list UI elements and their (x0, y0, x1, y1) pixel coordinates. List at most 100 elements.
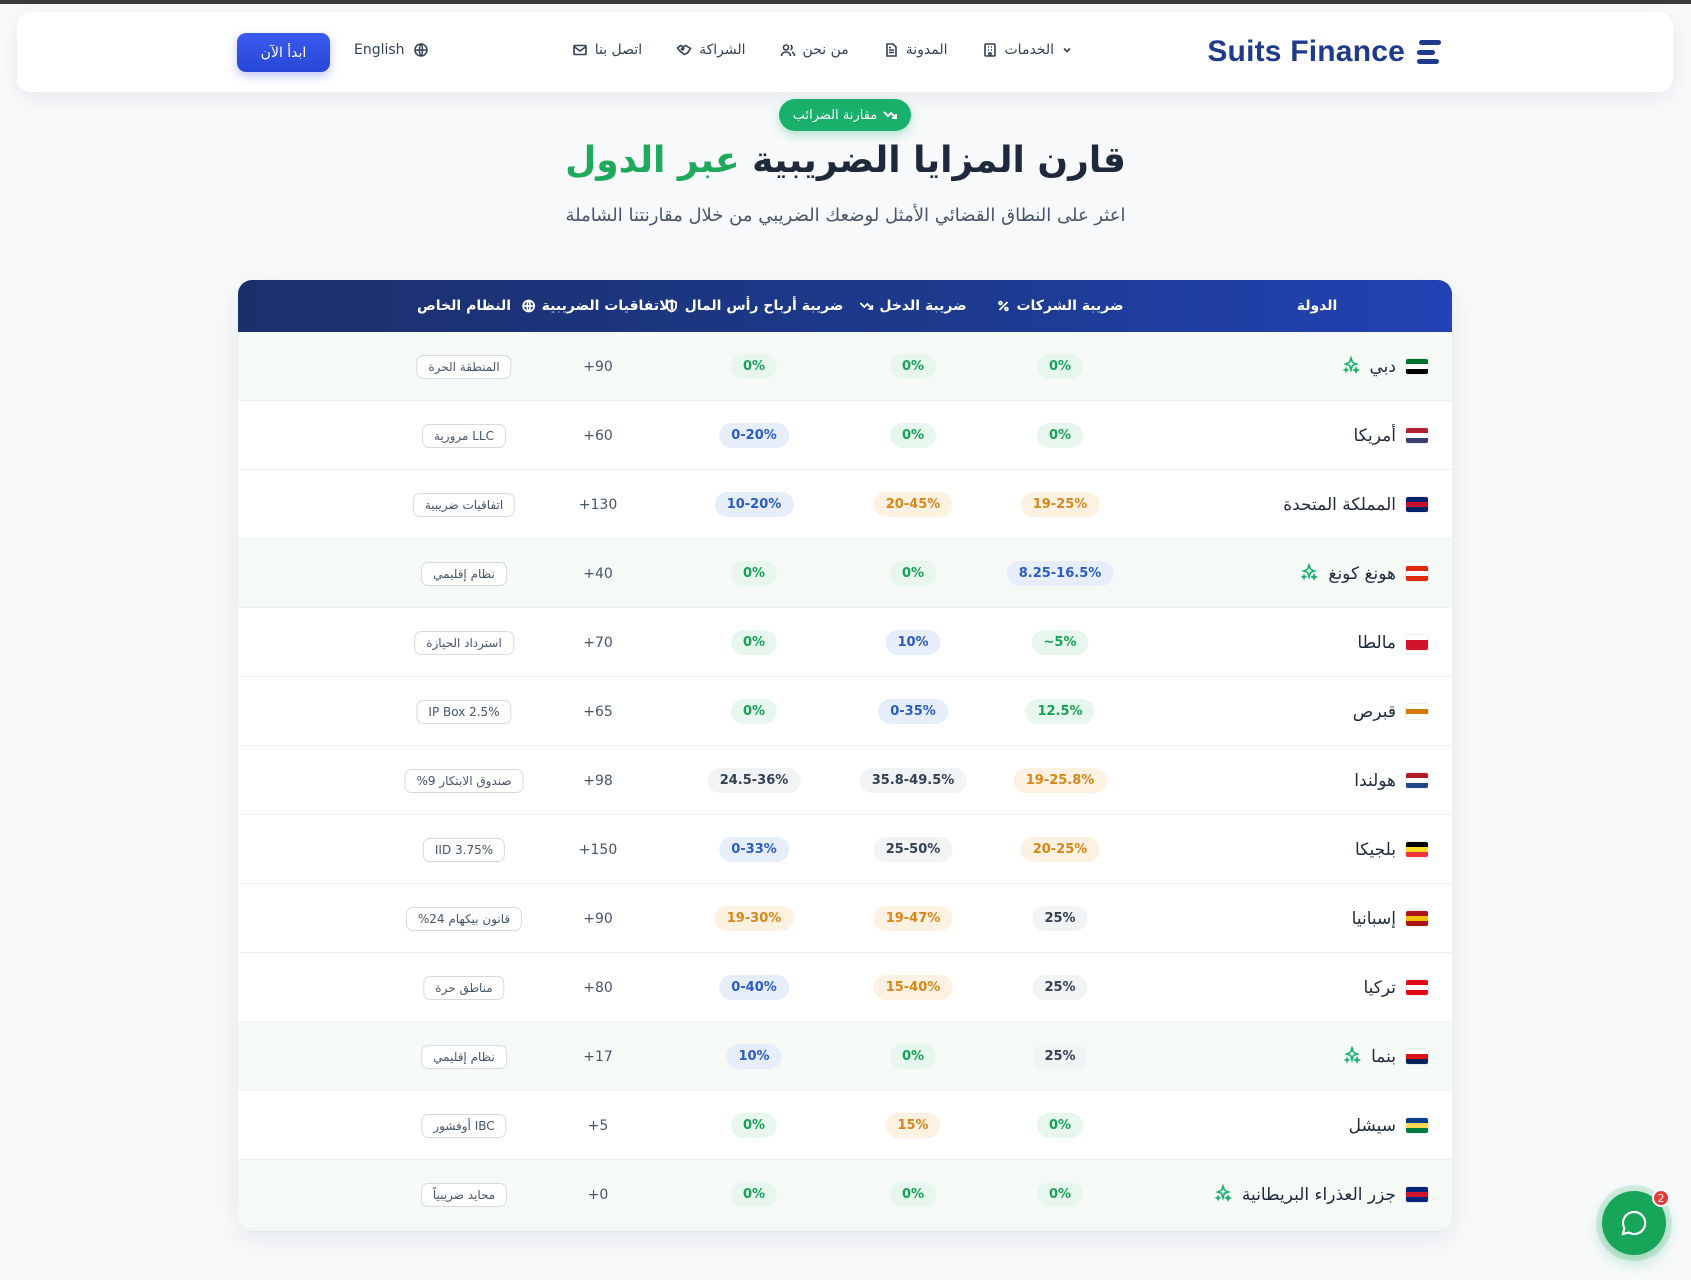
table-cell: 0-33% (719, 815, 789, 884)
income-tax-badge: 0% (889, 561, 937, 586)
table-row[interactable]: بلجيكا 20-25% 25-50% 0-33% +150 IID 3.75% (238, 815, 1452, 884)
tax-treaties-count: +90 (583, 358, 613, 375)
column-label: ضريبة أرباح رأس المال (684, 298, 844, 314)
page-subtitle: اعثر على النطاق القضائي الأمثل لوضعك الض… (565, 205, 1126, 226)
country-name: بنما (1371, 1046, 1396, 1067)
table-cell: +70 (583, 608, 613, 677)
chat-button[interactable]: 2 (1602, 1189, 1670, 1255)
table-cell: 25% (1032, 1022, 1088, 1091)
tax-treaties-count: +60 (583, 427, 613, 444)
column-header: ضريبة الشركات (996, 280, 1124, 332)
corporate-tax-badge: ~5% (1031, 630, 1089, 655)
special-regime-tag: محايد ضريبياً (420, 1182, 508, 1207)
capital-gains-tax-badge: 0-33% (719, 837, 789, 862)
table-cell: 0% (1036, 1091, 1084, 1160)
users-icon (780, 44, 795, 57)
capital-gains-tax-badge: 10% (726, 1044, 782, 1069)
table-row[interactable]: دبي 0% 0% 0% +90 المنطقة الحرة (238, 332, 1452, 401)
column-label: ضريبة الدخل (879, 298, 967, 314)
pill-label: مقارنة الضرائب (792, 107, 878, 123)
table-cell: 25% (1032, 884, 1088, 953)
country-flag-icon (1406, 428, 1428, 443)
table-row[interactable]: سيشل 0% 15% 0% +5 IBC أوفشور (238, 1091, 1452, 1160)
table-cell: +80 (583, 953, 613, 1022)
nav-item-about[interactable]: من نحن (780, 42, 849, 58)
table-cell: 0% (730, 608, 778, 677)
table-cell: +150 (579, 815, 617, 884)
brand-logo[interactable]: Suits Finance (1207, 32, 1441, 72)
column-label: ضريبة الشركات (1016, 298, 1124, 314)
table-cell: 15% (885, 1091, 941, 1160)
chevron-down-icon (1063, 47, 1071, 53)
table-row[interactable]: هونغ كونغ 8.25-16.5% 0% 0% +40 نظام إقليمي (238, 539, 1452, 608)
table-row[interactable]: قبرص 12.5% 0-35% 0% +65 IP Box 2.5% (238, 677, 1452, 746)
table-cell: +130 (579, 470, 617, 539)
language-label: English (354, 42, 405, 58)
nav-label: الشراكة (699, 42, 746, 58)
nav-item-blog[interactable]: المدونة (883, 42, 948, 58)
income-tax-badge: 0% (889, 423, 937, 448)
table-cell: 25% (1032, 953, 1088, 1022)
table-cell: 0% (1036, 401, 1084, 470)
country-name: المملكة المتحدة (1283, 494, 1396, 515)
column-header: النظام الخاص (417, 280, 511, 332)
table-cell: 0% (889, 332, 937, 401)
table-row[interactable]: تركيا 25% 15-40% 0-40% +80 مناطق حرة (238, 953, 1452, 1022)
tax-treaties-count: +65 (583, 703, 613, 720)
special-regime-tag: قانون بيكهام 24% (405, 906, 523, 931)
country-flag-icon (1406, 635, 1428, 650)
table-row[interactable]: المملكة المتحدة 19-25% 20-45% 10-20% +130 اتف… (238, 470, 1452, 539)
table-row[interactable]: هولندا 19-25.8% 35.8-49.5% 24.5-36% +98 صندوق… (238, 746, 1452, 815)
capital-gains-tax-badge: 24.5-36% (707, 768, 801, 793)
table-cell: مناطق حرة (423, 953, 505, 1022)
table-row[interactable]: جزر العذراء البريطانية 0% 0% 0% +0 محايد ضريب… (238, 1160, 1452, 1229)
page-title: قارن المزايا الضريبية عبر الدول (0, 140, 1691, 181)
language-switch[interactable]: English (354, 42, 429, 58)
sparkles-icon (1341, 354, 1360, 378)
column-label: الدولة (1296, 298, 1338, 314)
capital-gains-tax-badge: 0-40% (719, 975, 789, 1000)
income-tax-badge: 15% (885, 1113, 941, 1138)
country-flag-icon (1406, 980, 1428, 995)
table-row[interactable]: أمريكا 0% 0% 0-20% +60 LLC مرورية (238, 401, 1452, 470)
special-regime-tag: نظام إقليمي (421, 1044, 507, 1069)
country-flag-icon (1406, 359, 1428, 374)
sparkles-icon (1343, 1044, 1362, 1068)
nav-item-contact[interactable]: اتصل بنا (572, 42, 642, 58)
country-name: مالطا (1357, 632, 1396, 653)
country-cell: المملكة المتحدة (1283, 470, 1428, 539)
country-flag-icon (1406, 1118, 1428, 1133)
nav-label: الخدمات (1004, 42, 1055, 58)
table-cell: 12.5% (1025, 677, 1095, 746)
table-row[interactable]: مالطا ~5% 10% 0% +70 استرداد الحيازة (238, 608, 1452, 677)
nav-label: من نحن (802, 42, 849, 58)
table-cell: 0% (730, 1160, 778, 1229)
column-label: الاتفاقيات الضريبية (541, 298, 675, 314)
nav-item-services[interactable]: الخدمات (982, 42, 1074, 58)
country-name: إسبانيا (1351, 908, 1396, 929)
tax-treaties-count: +90 (583, 910, 613, 927)
nav-item-partnership[interactable]: الشراكة (676, 42, 746, 58)
nav-label: اتصل بنا (594, 42, 643, 58)
notification-count-badge: 2 (1652, 1189, 1670, 1207)
country-flag-icon (1406, 704, 1428, 719)
table-row[interactable]: بنما 25% 0% 10% +17 نظام إقليمي (238, 1022, 1452, 1091)
country-cell: هولندا (1354, 746, 1428, 815)
table-cell: 19-25% (1020, 470, 1100, 539)
table-cell: 0% (730, 332, 778, 401)
special-regime-tag: المنطقة الحرة (416, 354, 512, 379)
start-now-button[interactable]: ابدأ الآن (237, 33, 330, 72)
country-name: هولندا (1354, 770, 1396, 791)
table-body: دبي 0% 0% 0% +90 المنطقة الحرة أمريكا 0% 0% 0-20%… (238, 332, 1452, 1229)
corporate-tax-badge: 19-25.8% (1013, 768, 1107, 793)
table-cell: LLC مرورية (422, 401, 506, 470)
mail-icon (572, 44, 587, 56)
site-header: Suits Finance الخدمات المدونة من نحن الش… (17, 12, 1673, 92)
country-name: قبرص (1352, 701, 1396, 722)
table-row[interactable]: إسبانيا 25% 19-47% 19-30% +90 قانون بيكهام 24… (238, 884, 1452, 953)
table-cell: +65 (583, 677, 613, 746)
country-cell: بنما (1343, 1022, 1428, 1091)
table-cell: 19-25.8% (1013, 746, 1107, 815)
income-tax-badge: 0-35% (878, 699, 948, 724)
tax-treaties-count: +70 (583, 634, 613, 651)
